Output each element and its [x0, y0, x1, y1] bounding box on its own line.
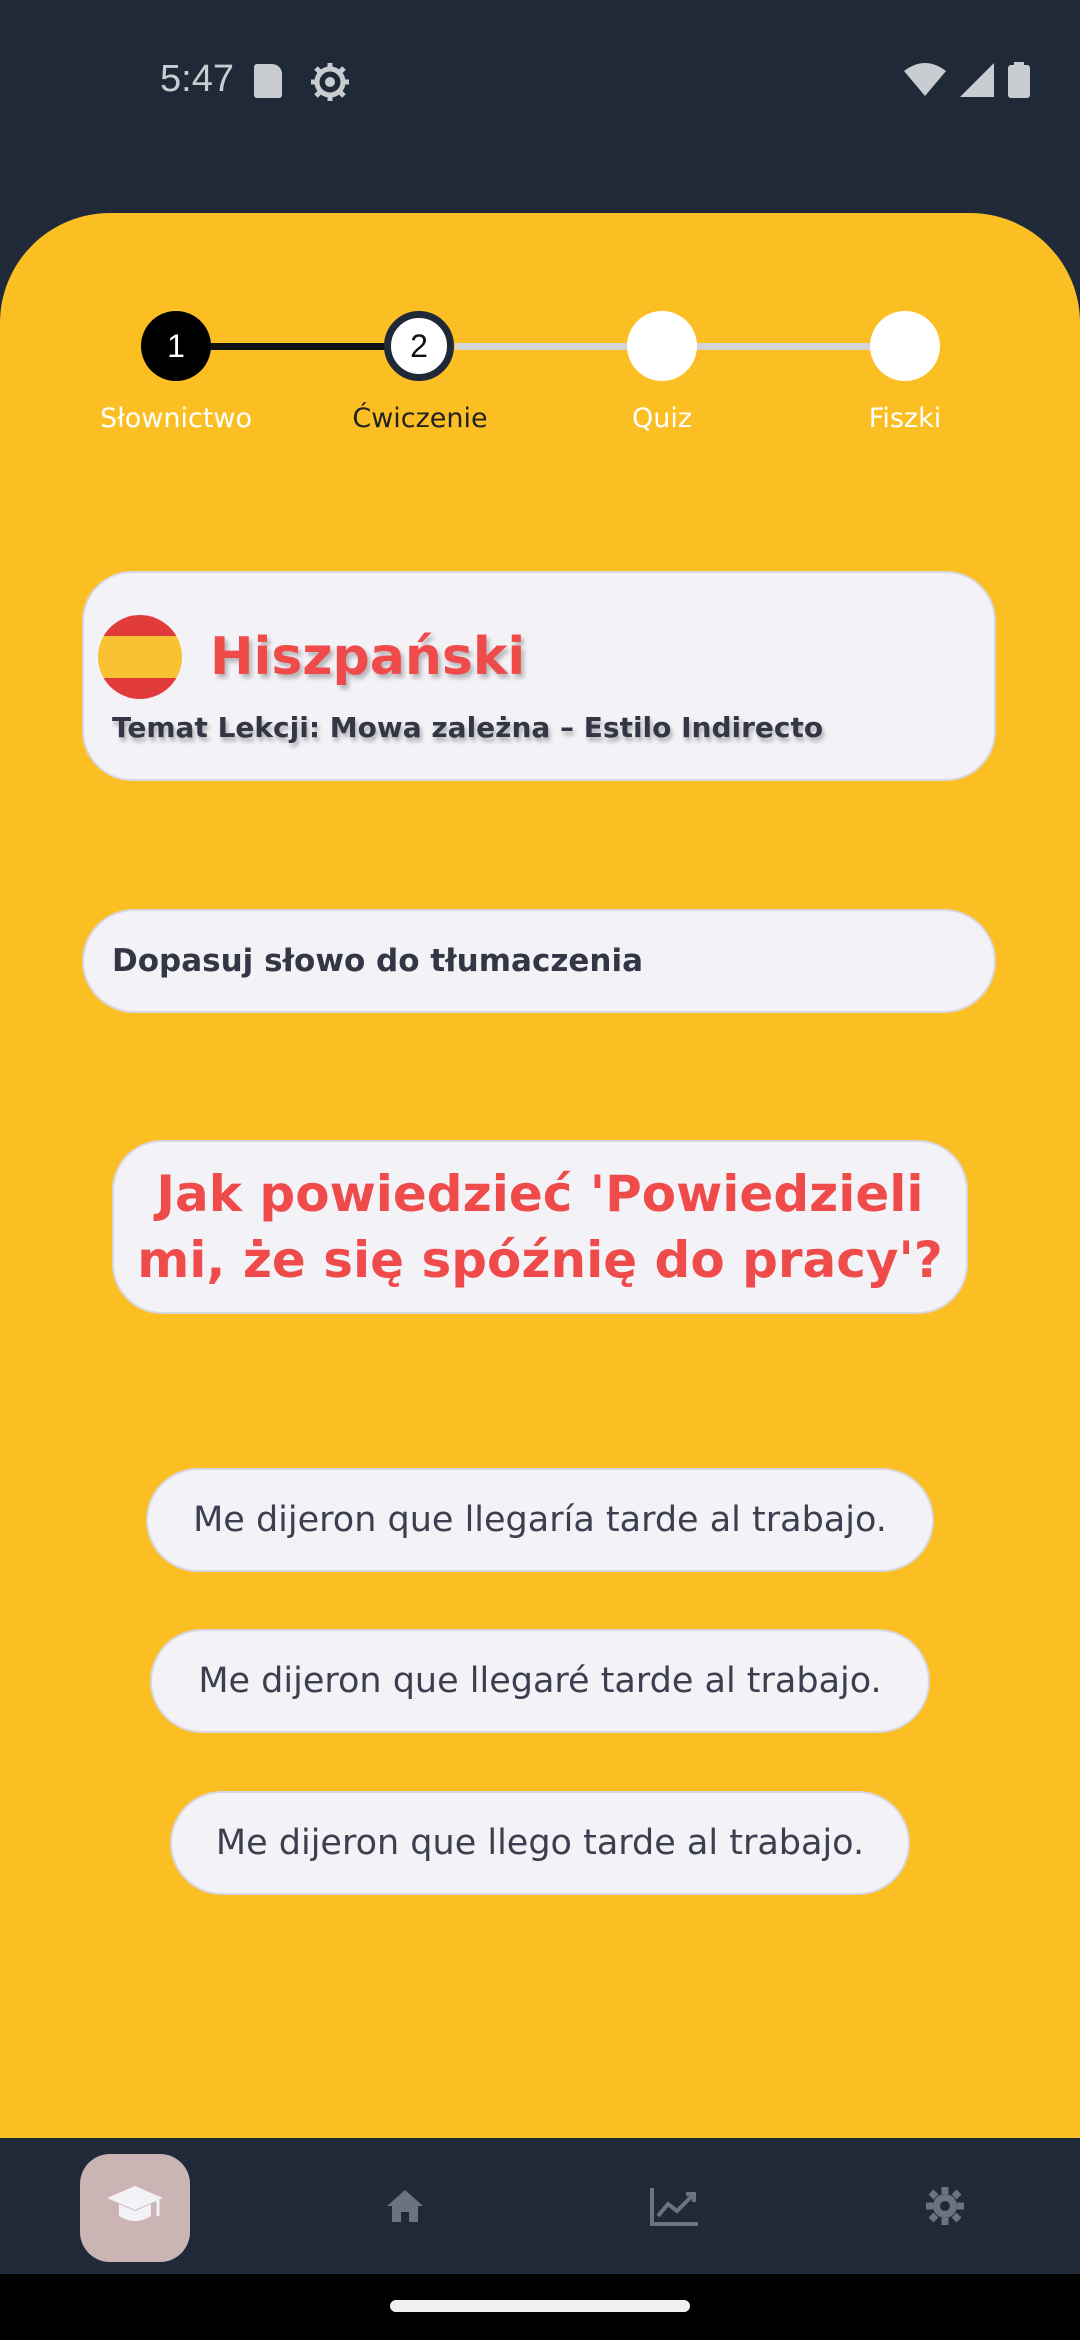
home-icon [385, 2188, 425, 2229]
answer-option-3[interactable]: Me dijeron que llego tarde al trabajo. [170, 1791, 910, 1895]
settings-gear-icon [925, 2186, 965, 2231]
settings-gear-icon [310, 62, 350, 107]
progress-stepper: 1 2 Słownictwo Ćwiczenie Quiz Fiszki [0, 213, 1080, 473]
sd-card-icon [254, 64, 282, 98]
step-2-label: Ćwiczenie [352, 403, 488, 434]
question-text: Jak powiedzieć 'Powiedzieli mi, że się s… [137, 1165, 943, 1289]
bottom-navigation [0, 2138, 1080, 2274]
step-1-indicator[interactable]: 1 [141, 311, 211, 381]
status-bar: 5:47 [0, 0, 1080, 165]
lesson-panel: 1 2 Słownictwo Ćwiczenie Quiz Fiszki His… [0, 213, 1080, 2138]
chart-trend-icon [650, 2186, 700, 2231]
home-gesture-bar[interactable] [390, 2300, 690, 2312]
signal-icon [960, 63, 994, 102]
spain-flag-icon [98, 615, 182, 699]
step-1-label: Słownictwo [99, 403, 253, 434]
step-2-indicator[interactable]: 2 [384, 311, 454, 381]
answer-option-2[interactable]: Me dijeron que llegaré tarde al trabajo. [150, 1629, 930, 1733]
wifi-icon [904, 63, 946, 102]
lesson-topic: Temat Lekcji: Mowa zależna – Estilo Indi… [112, 711, 824, 744]
step-3-indicator[interactable] [627, 311, 697, 381]
step-4-label: Fiszki [868, 403, 942, 434]
status-time: 5:47 [160, 58, 234, 100]
graduation-cap-icon [106, 2184, 164, 2233]
step-4-indicator[interactable] [870, 311, 940, 381]
nav-home[interactable] [350, 2154, 460, 2262]
nav-settings[interactable] [890, 2154, 1000, 2262]
nav-learn[interactable] [80, 2154, 190, 2262]
battery-icon [1008, 62, 1030, 103]
instruction-text: Dopasuj słowo do tłumaczenia [112, 943, 644, 979]
language-title: Hiszpański [210, 627, 526, 687]
nav-stats[interactable] [620, 2154, 730, 2262]
instruction-card: Dopasuj słowo do tłumaczenia [82, 909, 996, 1013]
answer-option-1[interactable]: Me dijeron que llegaría tarde al trabajo… [146, 1468, 934, 1572]
step-3-label: Quiz [631, 403, 693, 434]
question-card: Jak powiedzieć 'Powiedzieli mi, że się s… [112, 1140, 968, 1314]
lesson-info-card: Hiszpański Temat Lekcji: Mowa zależna – … [82, 571, 996, 781]
